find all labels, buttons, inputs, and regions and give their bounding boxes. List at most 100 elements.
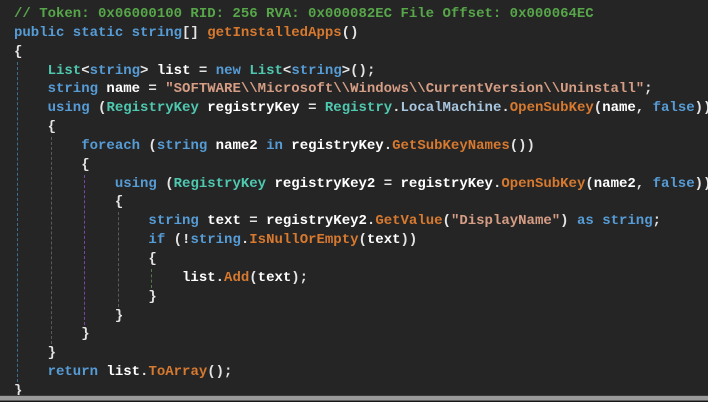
code-token-pu: ( [585, 176, 593, 192]
code-token-lo: list [14, 270, 216, 286]
code-token-kw: using [14, 176, 157, 192]
code-token-lo: registryKey [207, 100, 299, 116]
code-token-me: Add [224, 270, 249, 286]
code-line: foreach (string name2 in registryKey.Get… [14, 137, 708, 156]
code-token-me: IsNullOrEmpty [249, 232, 358, 248]
code-token-pu: ; [644, 81, 652, 97]
code-line: using (RegistryKey registryKey = Registr… [14, 99, 708, 118]
code-token-pu: ); [291, 270, 308, 286]
code-token-pr: LocalMachine [401, 100, 502, 116]
code-token-pu: ()) [510, 138, 535, 154]
code-token-pu: ( [594, 100, 602, 116]
code-token-me: ToArray [148, 364, 207, 380]
code-token-lo: text [258, 270, 292, 286]
code-token-st: "SOFTWARE\\Microsoft\\Windows\\CurrentVe… [165, 81, 644, 97]
code-token-kw: false [653, 176, 695, 192]
code-token-kw: string [157, 138, 207, 154]
code-token-lo: registryKey2 [266, 213, 367, 229]
code-token-pu: { [14, 119, 56, 135]
code-token-lo: name2 [594, 176, 636, 192]
code-token-pu: ( [359, 232, 367, 248]
code-token-ty: RegistryKey [174, 176, 266, 192]
code-token-pu: { [14, 44, 22, 60]
code-token-me: getInstalledApps [207, 25, 341, 41]
code-token-lo: registryKey [291, 138, 383, 154]
code-token-pu [594, 213, 602, 229]
code-token-pu: ; [653, 213, 661, 229]
code-token-kw: in [258, 138, 292, 154]
code-editor-pane[interactable]: // Token: 0x06000100 RID: 256 RVA: 0x000… [14, 5, 708, 402]
code-token-lo: text [207, 213, 241, 229]
code-token-pu: = [140, 81, 165, 97]
code-token-pu: . [216, 270, 224, 286]
code-token-pu: } [14, 326, 90, 342]
code-token-pu: ) [560, 213, 577, 229]
code-token-ty: List [14, 63, 81, 79]
code-token-kw: foreach [14, 138, 140, 154]
decompiler-code-viewer: // Token: 0x06000100 RID: 256 RVA: 0x000… [0, 0, 708, 402]
code-line: using (RegistryKey registryKey2 = regist… [14, 175, 708, 194]
code-line: } [14, 325, 708, 344]
code-line: list.Add(text); [14, 269, 708, 288]
code-token-pu: () [342, 25, 359, 41]
horizontal-scrollbar[interactable] [0, 395, 708, 402]
code-token-pu: , [636, 176, 653, 192]
code-token-pu: { [14, 251, 157, 267]
code-line: { [14, 193, 708, 212]
code-token-pu: } [14, 345, 56, 361]
code-token-pu: } [14, 289, 157, 305]
code-line: { [14, 118, 708, 137]
code-token-pu: = [375, 176, 400, 192]
code-token-lo: list [106, 364, 140, 380]
code-line: public static string[] getInstalledApps(… [14, 24, 708, 43]
code-token-lo: text [367, 232, 401, 248]
code-token-kw: false [653, 100, 695, 116]
code-token-pu: )) [695, 100, 708, 116]
code-token-lo: name [602, 100, 636, 116]
code-token-kw: new [216, 63, 241, 79]
code-token-pu: [] [182, 25, 207, 41]
code-token-pu: = [190, 63, 215, 79]
code-token-st: "DisplayName" [451, 213, 560, 229]
code-token-pu: } [14, 308, 123, 324]
code-token-kw: string [14, 213, 199, 229]
code-line: return list.ToArray(); [14, 363, 708, 382]
code-token-lo: name [106, 81, 140, 97]
code-token-pu: . [384, 138, 392, 154]
code-token-lo: list [157, 63, 191, 79]
code-token-kw: string [291, 63, 341, 79]
code-token-pu: . [392, 100, 400, 116]
code-token-me: OpenSubKey [510, 100, 594, 116]
code-token-kw: string [602, 213, 652, 229]
code-token-pu: , [636, 100, 653, 116]
code-token-pu: )) [695, 176, 708, 192]
code-token-me: GetSubKeyNames [392, 138, 510, 154]
code-token-pu: (); [207, 364, 232, 380]
code-line: string text = registryKey2.GetValue("Dis… [14, 212, 708, 231]
code-token-pu: ( [90, 100, 107, 116]
code-line: string name = "SOFTWARE\\Microsoft\\Wind… [14, 80, 708, 99]
code-token-pu: ( [140, 138, 157, 154]
code-token-pu: ( [443, 213, 451, 229]
code-line: if (!string.IsNullOrEmpty(text)) [14, 231, 708, 250]
code-token-pu: ( [157, 176, 174, 192]
code-line: } [14, 344, 708, 363]
code-line: { [14, 43, 708, 62]
code-token-pu: { [14, 157, 90, 173]
code-token-pu: = [241, 213, 266, 229]
code-token-me: GetValue [375, 213, 442, 229]
code-token-pu: = [300, 100, 325, 116]
code-token-kw: string [190, 232, 240, 248]
code-token-kw: public static string [14, 25, 182, 41]
code-token-lo: registryKey [401, 176, 493, 192]
code-token-kw: string [90, 63, 140, 79]
code-token-me: OpenSubKey [501, 176, 585, 192]
code-line: List<string> list = new List<string>(); [14, 62, 708, 81]
code-token-pu: >(); [342, 63, 376, 79]
code-line: } [14, 307, 708, 326]
code-token-kw: if [14, 232, 165, 248]
code-token-pu [199, 100, 207, 116]
code-token-ty: Registry [325, 100, 392, 116]
code-token-lo: name2 [216, 138, 258, 154]
code-token-ty: List [249, 63, 283, 79]
